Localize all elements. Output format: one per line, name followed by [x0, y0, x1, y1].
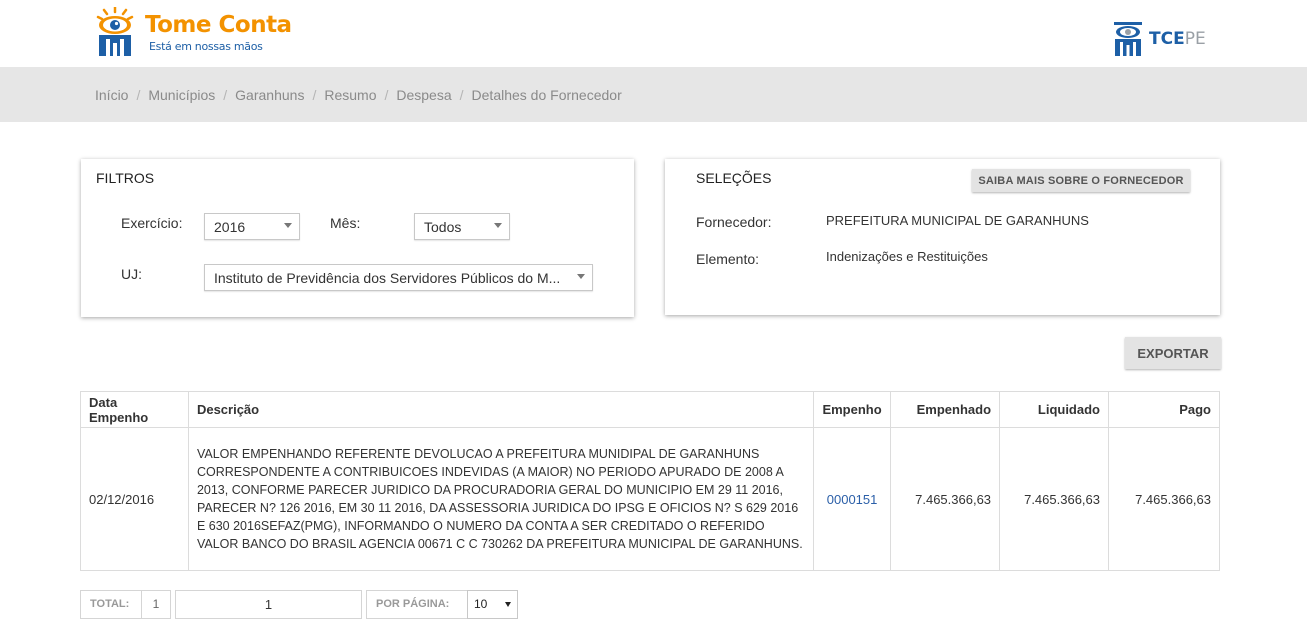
col-header-descricao[interactable]: Descrição	[187, 391, 815, 428]
breadcrumb-item-current: Detalhes do Fornecedor	[471, 87, 622, 103]
logo-subtitle: Está em nossas mãos	[149, 40, 263, 53]
chevron-down-icon	[494, 223, 502, 228]
exercicio-label: Exercício:	[121, 215, 183, 231]
empenhos-table: Data Empenho Descrição Empenho Empenhado…	[80, 391, 1220, 571]
cell-empenhado: 7.465.366,63	[890, 427, 1001, 571]
col-header-empenhado[interactable]: Empenhado	[890, 391, 1001, 428]
breadcrumb-item-municipios[interactable]: Municípios	[148, 87, 215, 103]
page-number-input[interactable]: 1	[175, 590, 362, 619]
elemento-label: Elemento:	[696, 251, 760, 267]
tce-brand-suffix: PE	[1184, 29, 1206, 49]
breadcrumb-item-inicio[interactable]: Início	[95, 87, 128, 103]
mes-label: Mês:	[330, 215, 361, 231]
total-label: TOTAL:	[80, 590, 142, 619]
breadcrumb-item-resumo[interactable]: Resumo	[324, 87, 376, 103]
total-count: 1	[142, 590, 171, 619]
chevron-down-icon	[505, 602, 511, 607]
cell-liquidado: 7.465.366,63	[999, 427, 1109, 571]
tome-conta-logo[interactable]: Tome Conta Está em nossas mãos	[95, 7, 295, 59]
uj-value: Instituto de Previdência dos Servidores …	[214, 270, 561, 286]
breadcrumb-separator: /	[223, 87, 228, 103]
exercicio-value: 2016	[214, 219, 246, 235]
breadcrumb-item-despesa[interactable]: Despesa	[396, 87, 451, 103]
saiba-mais-button[interactable]: SAIBA MAIS SOBRE O FORNECEDOR	[972, 169, 1190, 192]
breadcrumb-item-garanhuns[interactable]: Garanhuns	[235, 87, 304, 103]
export-button[interactable]: EXPORTAR	[1125, 337, 1221, 369]
filters-panel: FILTROS Exercício: 2016 Mês: Todos UJ: I…	[81, 159, 634, 317]
cell-descricao: VALOR EMPENHANDO REFERENTE DEVOLUCAO A P…	[187, 427, 815, 571]
site-header: Tome Conta Está em nossas mãos TCEPE	[0, 0, 1307, 67]
elemento-value: Indenizações e Restituições	[826, 249, 988, 264]
tce-pe-logo[interactable]: TCEPE	[1113, 22, 1223, 58]
logo-title: Tome Conta	[145, 12, 292, 38]
uj-select[interactable]: Instituto de Previdência dos Servidores …	[204, 264, 593, 291]
mes-value: Todos	[424, 219, 462, 235]
tce-eye-icon	[1114, 22, 1142, 56]
uj-label: UJ:	[121, 266, 142, 282]
fornecedor-label: Fornecedor:	[696, 214, 772, 230]
table-header-row: Data Empenho Descrição Empenho Empenhado…	[80, 391, 1220, 428]
chevron-down-icon	[284, 223, 292, 228]
tce-brand-text: TCEPE	[1149, 29, 1206, 49]
per-page-label: POR PÁGINA:	[366, 590, 468, 619]
selections-title: SELEÇÕES	[696, 170, 772, 186]
breadcrumb: Início / Municípios / Garanhuns / Resumo / Despe…	[95, 87, 622, 103]
cell-pago: 7.465.366,63	[1108, 427, 1220, 571]
breadcrumb-separator: /	[136, 87, 141, 103]
per-page-value: 10	[474, 597, 488, 611]
breadcrumb-separator: /	[312, 87, 317, 103]
chevron-down-icon	[577, 274, 585, 279]
breadcrumb-bar: Início / Municípios / Garanhuns / Resumo / Despe…	[0, 67, 1307, 122]
table-row: 02/12/2016 VALOR EMPENHANDO REFERENTE DE…	[80, 427, 1220, 571]
filters-title: FILTROS	[96, 170, 155, 186]
cell-data-empenho: 02/12/2016	[80, 427, 189, 571]
col-header-liquidado[interactable]: Liquidado	[999, 391, 1109, 428]
cell-empenho: 0000151	[813, 427, 892, 571]
breadcrumb-separator: /	[384, 87, 389, 103]
per-page-select[interactable]: 10	[467, 590, 518, 619]
eye-person-icon	[96, 7, 134, 56]
selections-panel: SELEÇÕES SAIBA MAIS SOBRE O FORNECEDOR F…	[665, 159, 1220, 315]
fornecedor-value: PREFEITURA MUNICIPAL DE GARANHUNS	[826, 213, 1089, 228]
exercicio-select[interactable]: 2016	[204, 213, 300, 240]
empenho-link[interactable]: 0000151	[827, 492, 878, 507]
col-header-data-empenho[interactable]: Data Empenho	[80, 391, 189, 428]
breadcrumb-separator: /	[459, 87, 464, 103]
tce-brand-main: TCE	[1149, 29, 1185, 49]
mes-select[interactable]: Todos	[414, 213, 510, 240]
col-header-empenho[interactable]: Empenho	[813, 391, 892, 428]
col-header-pago[interactable]: Pago	[1108, 391, 1220, 428]
